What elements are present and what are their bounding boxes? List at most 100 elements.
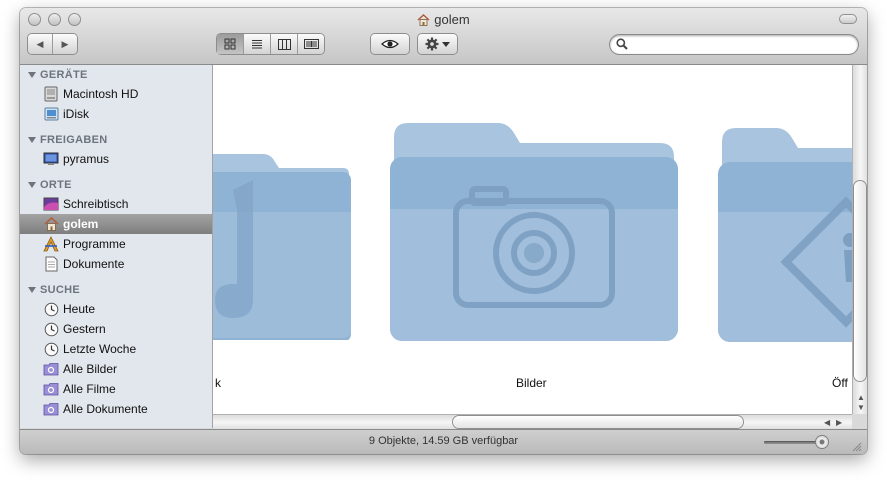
action-menu-button[interactable] <box>418 34 457 54</box>
quick-look-button[interactable] <box>371 34 409 54</box>
search-field[interactable] <box>610 35 858 54</box>
sidebar-item-label: Programme <box>63 237 126 251</box>
scroll-right-arrow-icon[interactable]: ▶ <box>836 418 842 427</box>
back-forward-control: ◀ ▶ <box>28 34 77 54</box>
applications-icon <box>43 236 59 252</box>
desktop-icon <box>43 196 59 212</box>
gear-icon <box>425 37 439 51</box>
disclosure-triangle-icon <box>28 287 36 293</box>
scroll-up-arrow-icon[interactable]: ▲ <box>857 393 865 402</box>
music-folder-icon[interactable] <box>213 150 353 340</box>
sidebar-item-label: Alle Bilder <box>63 362 118 376</box>
sidebar-section-search[interactable]: SUCHE <box>28 284 80 296</box>
resize-grip-icon[interactable] <box>850 440 862 452</box>
section-label: ORTE <box>40 179 72 191</box>
horizontal-scrollbar[interactable]: ◀ ▶ <box>213 414 852 430</box>
clock-icon <box>43 301 59 317</box>
sidebar-item-dokumente[interactable]: Dokumente <box>20 254 212 274</box>
vertical-scrollbar[interactable]: ▲ ▼ <box>852 65 867 414</box>
section-label: GERÄTE <box>40 69 88 81</box>
column-view-button[interactable] <box>271 34 298 54</box>
sidebar-item-idisk[interactable]: iDisk <box>20 104 212 124</box>
list-icon <box>252 39 262 48</box>
horizontal-scroll-thumb[interactable] <box>453 416 743 428</box>
sidebar-section-devices[interactable]: GERÄTE <box>28 69 88 81</box>
sidebar-item-label: golem <box>63 217 99 231</box>
section-label: SUCHE <box>40 284 81 296</box>
back-arrow-icon: ◀ <box>36 38 44 49</box>
smart-folder-icon <box>43 401 59 417</box>
scroll-left-arrow-icon[interactable]: ◀ <box>824 418 830 427</box>
toolbar-toggle-button[interactable] <box>839 14 857 24</box>
titlebar: golem ◀ ▶ <box>20 8 867 65</box>
file-label-music[interactable]: k <box>215 376 221 390</box>
scroll-down-arrow-icon[interactable]: ▼ <box>857 403 865 412</box>
list-view-button[interactable] <box>244 34 271 54</box>
idisk-icon <box>43 106 59 122</box>
window-title: golem <box>20 12 867 27</box>
public-folder-icon[interactable] <box>716 122 852 346</box>
columns-icon <box>277 38 291 50</box>
file-label-bilder[interactable]: Bilder <box>516 376 547 390</box>
sidebar-item-alle-dokumente[interactable]: Alle Dokumente <box>20 399 212 419</box>
eye-icon <box>381 39 399 49</box>
sidebar-item-label: pyramus <box>63 152 110 166</box>
sidebar-item-alle-bilder[interactable]: Alle Bilder <box>20 359 212 379</box>
sidebar-item-letzte-woche[interactable]: Letzte Woche <box>20 339 212 359</box>
forward-arrow-icon: ▶ <box>61 38 69 49</box>
section-label: FREIGABEN <box>40 134 108 146</box>
sidebar-item-golem[interactable]: golem <box>20 214 212 234</box>
back-button[interactable]: ◀ <box>28 34 53 54</box>
hard-drive-icon <box>43 86 59 102</box>
file-label-public[interactable]: Öff <box>832 376 848 390</box>
icon-size-slider-knob[interactable] <box>816 436 828 448</box>
pictures-folder-icon[interactable] <box>388 117 680 345</box>
status-bar: 9 Objekte, 14.59 GB verfügbar <box>20 429 867 454</box>
sidebar-item-gestern[interactable]: Gestern <box>20 319 212 339</box>
search-icon <box>616 38 628 50</box>
sidebar-item-label: iDisk <box>63 107 89 121</box>
search-input[interactable] <box>632 36 854 54</box>
window-title-text: golem <box>434 12 470 27</box>
status-text: 9 Objekte, 14.59 GB verfügbar <box>368 435 519 447</box>
coverflow-view-button[interactable] <box>298 34 324 54</box>
clock-icon <box>43 321 59 337</box>
sidebar-item-heute[interactable]: Heute <box>20 299 212 319</box>
sidebar-item-label: Alle Dokumente <box>63 402 148 416</box>
home-icon <box>43 216 59 232</box>
smart-folder-icon <box>43 381 59 397</box>
vertical-scroll-thumb[interactable] <box>854 181 866 381</box>
sidebar-item-label: Heute <box>63 302 96 316</box>
finder-window: golem ◀ ▶ GERÄTE Macintosh HD iDisk FREI… <box>20 8 867 454</box>
forward-button[interactable]: ▶ <box>53 34 77 54</box>
smart-folder-icon <box>43 361 59 377</box>
sidebar-item-macintosh-hd[interactable]: Macintosh HD <box>20 84 212 104</box>
computer-monitor-icon <box>43 151 59 167</box>
sidebar-item-programme[interactable]: Programme <box>20 234 212 254</box>
clock-icon <box>43 341 59 357</box>
file-browser-content: k Bilder Öff <box>213 65 852 414</box>
sidebar-item-label: Letzte Woche <box>63 342 137 356</box>
sidebar-section-shared[interactable]: FREIGABEN <box>28 134 107 146</box>
sidebar-item-schreibtisch[interactable]: Schreibtisch <box>20 194 212 214</box>
icon-size-slider[interactable] <box>764 441 824 444</box>
sidebar-item-label: Alle Filme <box>63 382 116 396</box>
disclosure-triangle-icon <box>28 137 36 143</box>
sidebar-item-label: Dokumente <box>63 257 125 271</box>
icon-view-button[interactable] <box>217 34 244 54</box>
sidebar-item-label: Macintosh HD <box>63 87 139 101</box>
document-icon <box>43 256 59 272</box>
sidebar-item-label: Gestern <box>63 322 106 336</box>
sidebar-item-pyramus[interactable]: pyramus <box>20 149 212 169</box>
coverflow-icon <box>303 39 319 49</box>
sidebar-item-alle-filme[interactable]: Alle Filme <box>20 379 212 399</box>
grid-icon <box>224 38 236 50</box>
sidebar-section-places[interactable]: ORTE <box>28 179 72 191</box>
view-mode-control <box>217 34 324 54</box>
sidebar-item-label: Schreibtisch <box>63 197 129 211</box>
home-icon <box>417 14 430 26</box>
sidebar: GERÄTE Macintosh HD iDisk FREIGABEN pyra… <box>20 65 213 428</box>
disclosure-triangle-icon <box>28 182 36 188</box>
disclosure-triangle-icon <box>28 72 36 78</box>
chevron-down-icon <box>442 41 450 47</box>
